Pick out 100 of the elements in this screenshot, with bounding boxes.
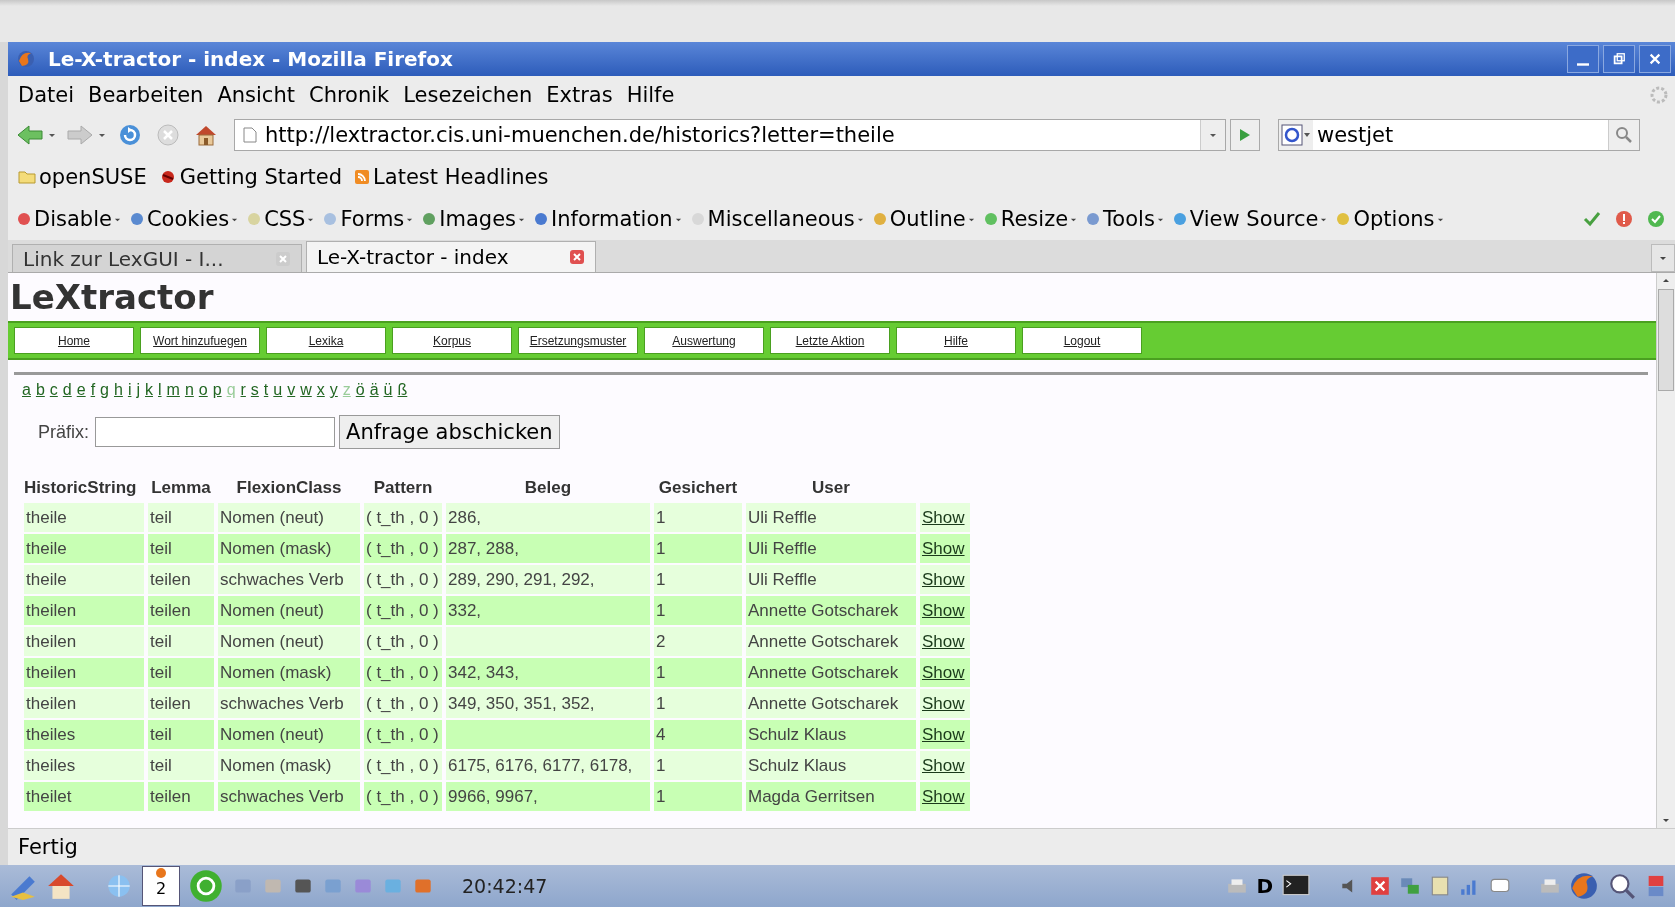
network-icon[interactable] — [1399, 875, 1421, 897]
letter-link[interactable]: t — [263, 381, 269, 399]
bookmark[interactable]: Latest Headlines — [354, 165, 549, 189]
letter-link[interactable]: n — [184, 381, 194, 399]
go-button[interactable] — [1230, 119, 1260, 151]
scroll-up-icon[interactable] — [1662, 277, 1670, 285]
toolbar-menu[interactable]: Outline — [871, 207, 975, 231]
table-cell: teil — [150, 631, 172, 651]
toolbar-menu[interactable]: Images — [421, 207, 525, 231]
letter-link[interactable]: e — [76, 381, 86, 399]
submit-button[interactable]: Anfrage abschicken — [339, 415, 560, 449]
toolbar-menu[interactable]: Tools — [1085, 207, 1164, 231]
nav-button[interactable]: Hilfe — [896, 327, 1016, 354]
clock[interactable]: 20:42:47 — [462, 875, 548, 897]
toolbar-menu[interactable]: Resize — [982, 207, 1078, 231]
caret-icon — [1209, 131, 1217, 139]
column-header: FlexionClass — [235, 477, 343, 499]
toolbar-menu[interactable]: Information — [533, 207, 682, 231]
bookmark[interactable]: openSUSE — [18, 165, 147, 189]
nav-button[interactable]: Auswertung — [644, 327, 764, 354]
letter-link[interactable]: ä — [369, 381, 379, 399]
nav-button[interactable]: Wort hinzufuegen — [140, 327, 260, 354]
letter-link[interactable]: ü — [383, 381, 393, 399]
search-button[interactable] — [1608, 120, 1639, 150]
ring-logo-icon[interactable] — [188, 868, 224, 904]
bookmark[interactable]: Getting Started — [158, 165, 343, 189]
letter-link[interactable]: r — [240, 381, 246, 399]
letter-link[interactable]: c — [49, 381, 58, 399]
toolbar-menu[interactable]: CSS — [246, 207, 315, 231]
letter-link[interactable]: j — [136, 381, 140, 399]
nav-button[interactable]: Logout — [1022, 327, 1142, 354]
letter-link[interactable]: p — [212, 381, 222, 399]
letter-link[interactable]: w — [300, 381, 312, 399]
letter-link[interactable]: d — [62, 381, 72, 399]
address-field[interactable]: http://lextractor.cis.uni-muenchen.de/historics?letter=theile — [265, 123, 1200, 147]
menu-item[interactable]: Lesezeichen — [403, 83, 533, 107]
search-icon[interactable] — [1607, 871, 1637, 901]
nav-button[interactable]: Ersetzungsmuster — [518, 327, 638, 354]
toolbar-menu[interactable]: View Source — [1171, 207, 1328, 231]
letter-link[interactable]: ö — [355, 381, 365, 399]
letter-link[interactable]: ß — [397, 381, 408, 399]
table-cell: theilen — [26, 600, 77, 620]
menu-item[interactable]: Bearbeiten — [88, 83, 204, 107]
letter-link[interactable]: y — [329, 381, 338, 399]
nav-button[interactable]: Lexika — [266, 327, 386, 354]
nav-button[interactable]: Letzte Aktion — [770, 327, 890, 354]
menu-item[interactable]: Ansicht — [217, 83, 295, 107]
letter-link[interactable]: x — [316, 381, 325, 399]
letter-link[interactable]: u — [273, 381, 283, 399]
address-bar[interactable]: http://lextractor.cis.uni-muenchen.de/historics?letter=theile — [234, 119, 1226, 151]
letter-link[interactable]: g — [100, 381, 109, 399]
letter-link[interactable]: o — [198, 381, 208, 399]
tab-close-icon[interactable] — [569, 249, 585, 265]
error-icon[interactable] — [1369, 875, 1391, 897]
letter-link[interactable]: l — [158, 381, 162, 399]
search-field[interactable]: westjet — [1317, 123, 1608, 147]
tray-letter[interactable]: D — [1256, 874, 1273, 898]
letter-link[interactable]: i — [127, 381, 132, 399]
maximize-button[interactable] — [1603, 45, 1635, 73]
stop-icon[interactable] — [154, 123, 182, 147]
browser-tab[interactable]: Link zur LexGUI - I... — [12, 244, 302, 272]
caret-icon[interactable] — [48, 131, 56, 139]
check-icon[interactable] — [1583, 210, 1601, 228]
search-bar[interactable]: westjet — [1278, 119, 1640, 151]
tab-close-icon[interactable] — [275, 250, 291, 267]
letter-link[interactable]: m — [166, 381, 180, 399]
letter-link[interactable]: s — [250, 381, 259, 399]
tab-list-button[interactable] — [1651, 244, 1675, 272]
letter-link[interactable]: b — [35, 381, 45, 399]
toolbar-menu[interactable]: Miscellaneous — [689, 207, 864, 231]
menu-item[interactable]: Chronik — [308, 83, 390, 107]
toolbar-menu[interactable]: Disable — [16, 207, 121, 231]
toolbar-menu[interactable]: Options — [1335, 207, 1444, 231]
toolbar-menu[interactable]: Forms — [322, 207, 414, 231]
scrollbar-thumb[interactable] — [1658, 289, 1674, 391]
scrollbar[interactable] — [1656, 273, 1675, 828]
caret-icon[interactable] — [98, 131, 106, 139]
menu-item[interactable]: Hilfe — [626, 83, 675, 107]
browser-logo-icon[interactable] — [1569, 871, 1599, 901]
letter-link[interactable]: a — [22, 381, 31, 399]
prefix-field[interactable] — [95, 417, 335, 447]
close-button[interactable] — [1639, 45, 1671, 73]
nav-button[interactable]: Korpus — [392, 327, 512, 354]
workspace-pager[interactable]: 2 — [142, 866, 180, 906]
letter-link[interactable]: v — [287, 381, 296, 399]
clipboard-icon[interactable] — [1429, 875, 1451, 897]
ok-icon[interactable] — [1647, 210, 1665, 228]
minimize-button[interactable] — [1567, 45, 1599, 73]
letter-link[interactable]: k — [145, 381, 153, 399]
search-engine-button[interactable] — [1279, 120, 1313, 150]
back-arrow-icon[interactable] — [16, 123, 44, 147]
scroll-down-icon[interactable] — [1662, 816, 1670, 824]
menu-item[interactable]: Extras — [546, 83, 613, 107]
browser-tab[interactable]: Le-X-tractor - index — [306, 241, 596, 272]
letter-link[interactable]: f — [90, 381, 96, 399]
menu-item[interactable]: Datei — [18, 83, 75, 107]
letter-link[interactable]: h — [114, 381, 123, 399]
toolbar-menu[interactable]: Cookies — [128, 207, 239, 231]
nav-button[interactable]: Home — [14, 327, 134, 354]
error-icon[interactable] — [1615, 210, 1633, 228]
